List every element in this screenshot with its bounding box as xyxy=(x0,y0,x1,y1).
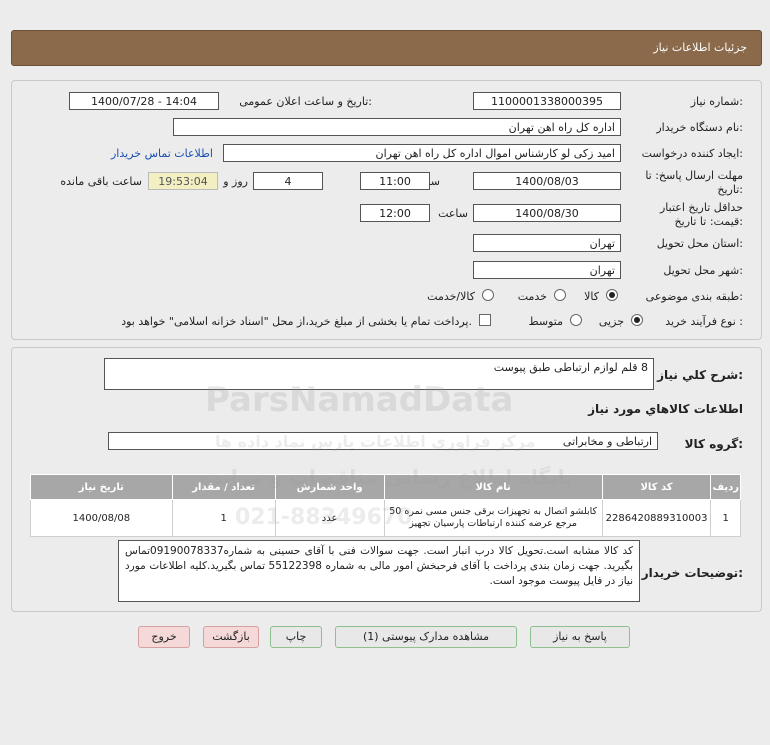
creator-field: امید زکی لو کارشناس اموال اداره کل راه ا… xyxy=(223,144,621,162)
need-number-label: شماره نیاز: xyxy=(690,95,743,108)
cell-row: 1 xyxy=(710,499,741,537)
creator-label: ایجاد کننده درخواست: xyxy=(641,147,743,160)
cell-name: کابلشو اتصال به تجهیزات برقی جنس مسی نمر… xyxy=(383,499,603,537)
deadline-label: مهلت ارسال پاسخ: تا تاریخ: xyxy=(645,169,743,197)
page-title: جزئیات اطلاعات نیاز xyxy=(653,41,747,54)
buyer-notes-field: کد کالا مشابه است.تحویل کالا درب انبار ا… xyxy=(118,540,640,602)
treasury-payment-checkbox[interactable] xyxy=(479,314,491,326)
print-button[interactable]: چاپ xyxy=(270,626,322,648)
goods-table: ردیف کد کالا نام کالا واحد شمارش تعداد /… xyxy=(30,474,741,537)
need-number-field: 1100001338000395 xyxy=(473,92,621,110)
category-option-goods-service: کالا/خدمت xyxy=(427,290,475,303)
category-label: طبقه بندی موضوعی: xyxy=(645,290,743,303)
validity-label-line2: قیمت: تا تاریخ: xyxy=(674,215,743,228)
validity-label-line1: حداقل تاریخ اعتبار xyxy=(659,201,743,214)
reply-button[interactable]: پاسخ به نیاز xyxy=(530,626,630,648)
col-row: ردیف xyxy=(710,474,741,500)
remaining-time-field: 19:53:04 xyxy=(148,172,218,190)
validity-label: حداقل تاریخ اعتبار قیمت: تا تاریخ: xyxy=(660,201,743,229)
city-label: شهر محل تحویل: xyxy=(663,264,743,277)
buyer-notes-label: توضیحات خریدار: xyxy=(641,566,743,580)
deadline-label-line1: مهلت ارسال پاسخ: تا xyxy=(645,169,743,182)
category-radio-goods[interactable] xyxy=(606,289,618,301)
category-radio-service[interactable] xyxy=(554,289,566,301)
announce-label: تاریخ و ساعت اعلان عمومی: xyxy=(239,95,372,108)
col-date: تاریخ نیاز xyxy=(30,474,173,500)
province-label: استان محل تحویل: xyxy=(656,237,743,250)
col-code: کد کالا xyxy=(601,474,712,500)
buyer-label: نام دستگاه خریدار: xyxy=(656,121,743,134)
exit-button[interactable]: خروج xyxy=(138,626,190,648)
remaining-word: ساعت باقی مانده xyxy=(60,175,142,188)
category-option-service: خدمت xyxy=(517,290,547,303)
summary-label: شرح کلي نياز: xyxy=(657,368,743,382)
process-radio-minor[interactable] xyxy=(631,314,643,326)
days-word: روز و xyxy=(223,175,248,188)
summary-field: 8 قلم لوازم ارتباطی طبق پیوست xyxy=(104,358,654,390)
deadline-label-line2: تاریخ: xyxy=(717,183,743,196)
days-field: 4 xyxy=(253,172,323,190)
col-name: نام کالا xyxy=(383,474,603,500)
contact-info-link[interactable]: اطلاعات تماس خریدار xyxy=(111,147,213,160)
table-row: 1 2286420889310003 کابلشو اتصال به تجهیز… xyxy=(30,499,741,537)
cell-unit: عدد xyxy=(274,499,385,537)
process-option-medium: متوسط xyxy=(528,315,563,328)
cell-date: 1400/08/08 xyxy=(30,499,173,537)
treasury-payment-note: پرداخت تمام یا بخشی از مبلغ خرید،از محل … xyxy=(121,315,472,328)
city-field: تهران xyxy=(473,261,621,279)
validity-time-field: 12:00 xyxy=(360,204,430,222)
category-radio-goods-service[interactable] xyxy=(482,289,494,301)
attachments-button[interactable]: مشاهده مدارک پیوستی (1) xyxy=(335,626,517,648)
deadline-date-field: 1400/08/03 xyxy=(473,172,621,190)
buyer-field: اداره کل راه اهن تهران xyxy=(173,118,621,136)
table-header-row: ردیف کد کالا نام کالا واحد شمارش تعداد /… xyxy=(30,474,741,500)
deadline-time-field: 11:00 xyxy=(360,172,430,190)
col-qty: تعداد / مقدار xyxy=(171,474,276,500)
process-label: نوع فرآیند خرید : xyxy=(665,315,743,328)
category-option-goods: کالا xyxy=(584,290,599,303)
goods-group-label: گروه کالا: xyxy=(684,437,743,451)
validity-date-field: 1400/08/30 xyxy=(473,204,621,222)
process-radio-medium[interactable] xyxy=(570,314,582,326)
validity-time-word: ساعت xyxy=(438,207,468,220)
cell-code: 2286420889310003 xyxy=(601,499,712,537)
col-unit: واحد شمارش xyxy=(274,474,385,500)
page-header: جزئیات اطلاعات نیاز xyxy=(11,30,762,66)
back-button[interactable]: بازگشت xyxy=(203,626,259,648)
goods-info-title: اطلاعات کالاهاي مورد نياز xyxy=(588,402,743,416)
process-option-minor: جزیی xyxy=(598,315,624,328)
province-field: تهران xyxy=(473,234,621,252)
goods-group-field: ارتباطی و مخابراتی xyxy=(108,432,658,450)
cell-qty: 1 xyxy=(171,499,276,537)
announce-field: 1400/07/28 - 14:04 xyxy=(69,92,219,110)
